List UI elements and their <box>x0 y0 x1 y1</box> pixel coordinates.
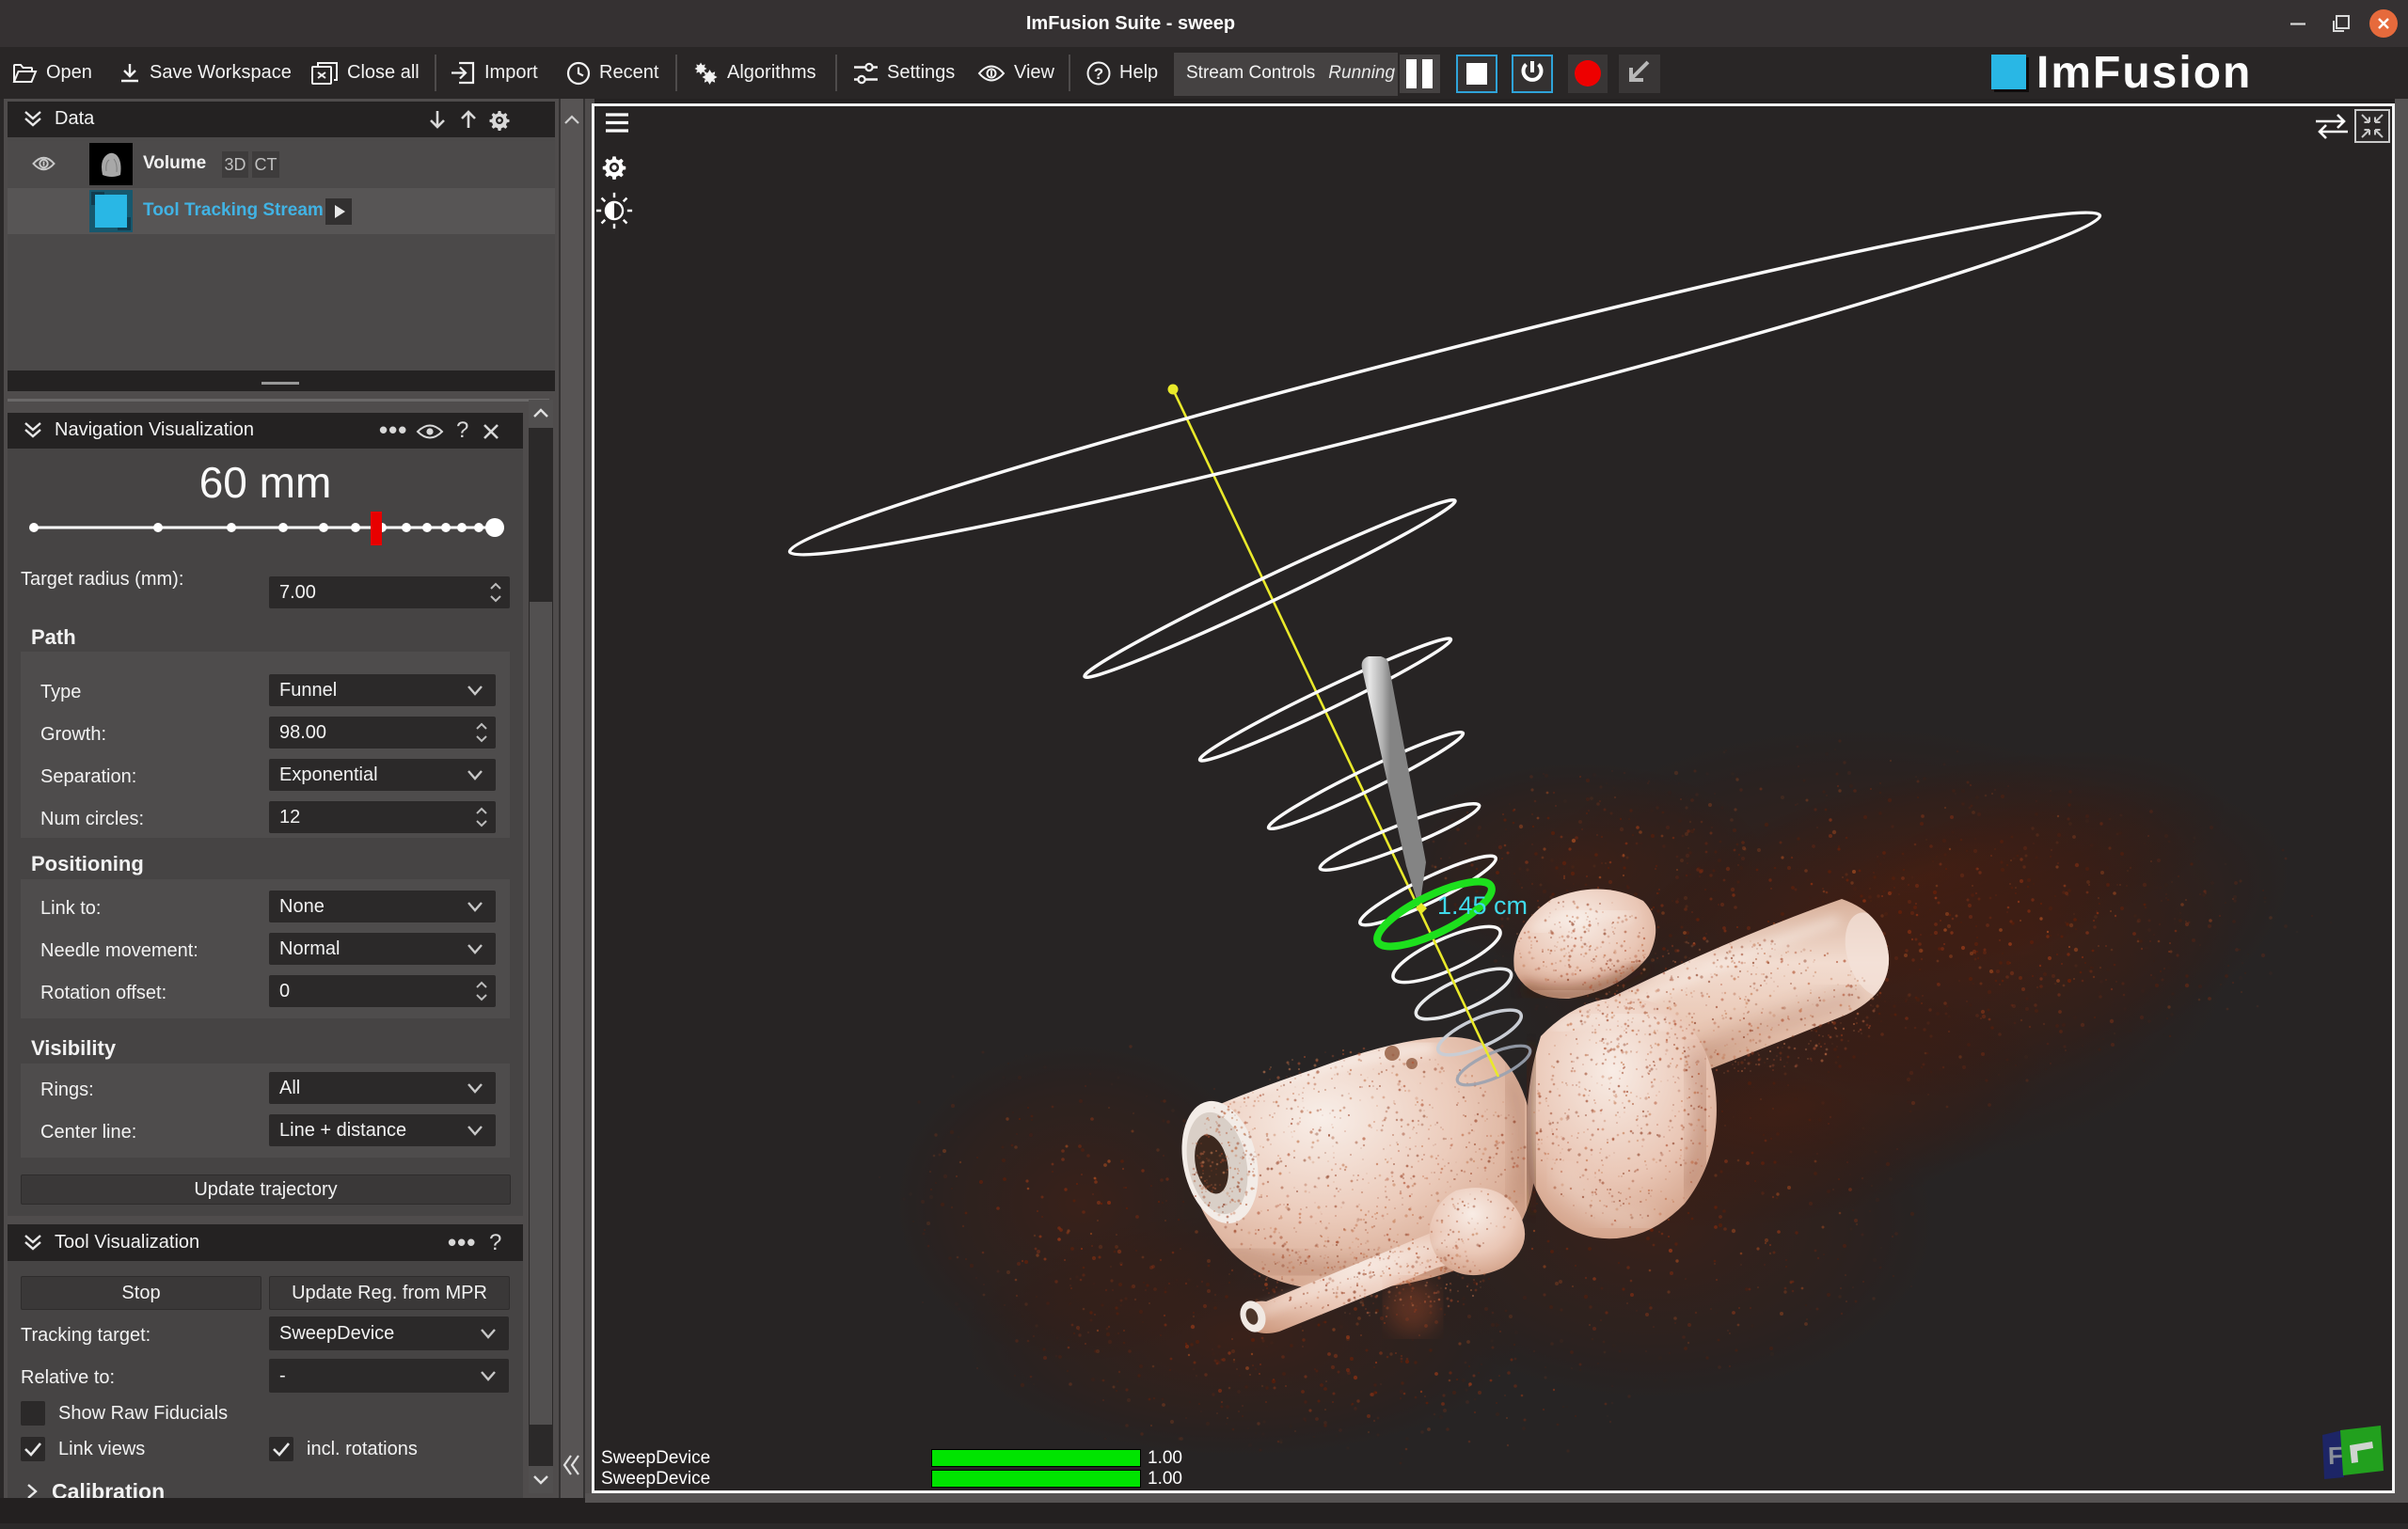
svg-text:F: F <box>2327 1442 2343 1471</box>
svg-text:1.45 cm: 1.45 cm <box>1437 891 1528 920</box>
svg-text:?: ? <box>1094 65 1103 83</box>
